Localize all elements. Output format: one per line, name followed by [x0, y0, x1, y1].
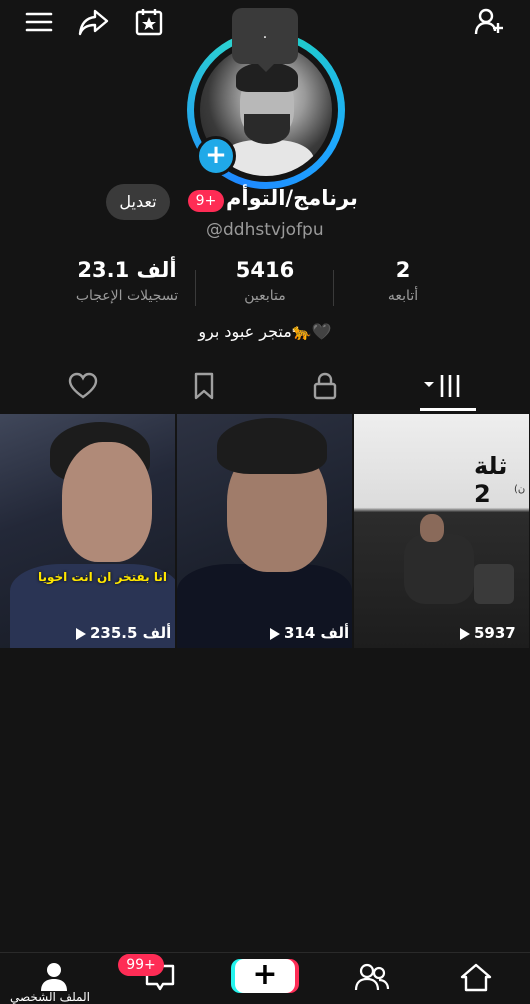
thumb-face — [62, 442, 152, 562]
tab-liked[interactable] — [67, 370, 99, 402]
nav-home[interactable] — [458, 961, 494, 993]
video-subtitle-overlay: (ن — [514, 484, 526, 495]
tooltip-bubble: . — [232, 8, 298, 72]
nav-profile-label: الملف الشخصي — [10, 990, 90, 1004]
plus-icon: + — [252, 957, 278, 992]
stat-likes[interactable]: 23.1 ألف تسجيلات الإعجاب — [62, 258, 192, 304]
thumb-hair — [217, 418, 327, 474]
followers-count: 5416 — [235, 258, 295, 282]
video-caption: انا بفتخر ان انت اخويا — [38, 570, 167, 584]
view-count: 235.5 ألف — [76, 624, 171, 642]
thumb-chair — [474, 564, 514, 604]
play-icon — [76, 627, 86, 640]
view-count-text: 314 ألف — [284, 624, 350, 642]
tab-videos[interactable] — [422, 370, 464, 402]
add-avatar-button[interactable]: + — [196, 136, 236, 176]
display-name: برنامج/التوأم — [226, 186, 358, 210]
tab-private[interactable] — [309, 370, 341, 402]
nav-friends[interactable] — [354, 961, 390, 993]
profile-icon — [41, 963, 67, 991]
menu-icon[interactable] — [22, 6, 56, 38]
tab-favorites[interactable] — [188, 370, 220, 402]
friends-icon — [354, 963, 390, 991]
add-user-icon[interactable] — [472, 6, 506, 38]
video-title-overlay: ثلة 2 — [474, 452, 508, 508]
view-count-text: 235.5 ألف — [90, 624, 172, 642]
calendar-star-icon[interactable] — [132, 6, 166, 38]
username-handle: @ddhstvjofpu — [206, 220, 324, 240]
avatar-beard — [244, 114, 290, 144]
home-icon — [460, 963, 492, 992]
notification-badge[interactable]: 9+ — [188, 190, 224, 212]
edit-profile-button[interactable]: تعديل — [106, 184, 170, 220]
create-button[interactable]: + — [235, 957, 295, 993]
stat-following[interactable]: 2 أتابعه — [368, 258, 438, 304]
bio-text: متجر عبود برو🐆🖤 — [198, 322, 332, 341]
thumb-person — [404, 534, 474, 604]
following-count: 2 — [395, 258, 411, 282]
video-thumbnail[interactable]: 314 ألف — [177, 414, 352, 648]
followers-label: متابعين — [244, 288, 286, 304]
play-icon — [270, 627, 280, 640]
stat-divider — [195, 270, 196, 306]
active-tab-indicator — [420, 408, 476, 411]
bookmark-icon — [194, 372, 214, 400]
play-icon — [460, 627, 470, 640]
stat-divider — [333, 270, 334, 306]
share-icon[interactable] — [76, 6, 110, 38]
lock-icon — [313, 372, 337, 400]
heart-icon — [68, 372, 98, 399]
nav-profile[interactable] — [36, 961, 72, 993]
likes-label: تسجيلات الإعجاب — [75, 288, 179, 304]
view-count: 314 ألف — [270, 624, 349, 642]
view-count: 5937 — [460, 624, 516, 642]
inbox-badge: 99+ — [118, 954, 164, 976]
video-grid: انا بفتخر ان انت اخويا 235.5 ألف 314 ألف… — [0, 414, 530, 648]
stat-followers[interactable]: 5416 متابعين — [215, 258, 315, 304]
grid-icon — [424, 375, 460, 397]
tooltip-text: . — [262, 26, 268, 42]
thumb-face — [420, 514, 444, 542]
view-count-text: 5937 — [474, 624, 516, 642]
content-tabs — [0, 362, 530, 412]
video-thumbnail[interactable]: انا بفتخر ان انت اخويا 235.5 ألف — [0, 414, 175, 648]
video-thumbnail[interactable]: ثلة 2 (ن 5937 — [354, 414, 529, 648]
following-label: أتابعه — [387, 288, 419, 304]
likes-count: 23.1 ألف — [77, 258, 177, 282]
